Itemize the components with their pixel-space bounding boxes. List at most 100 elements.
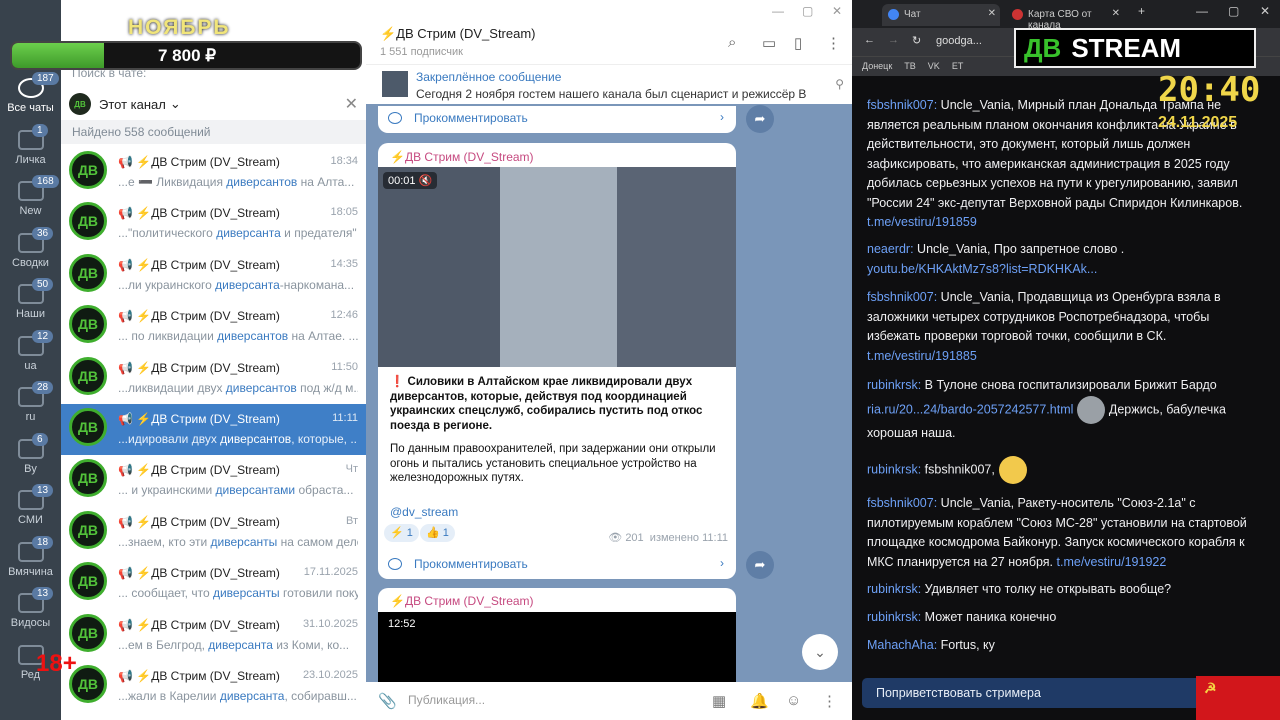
bell-icon[interactable]: 🔔 — [750, 692, 769, 710]
channel-post: ⚡ДВ Стрим (DV_Stream) 00:01 🔇 ❗ Силовики… — [378, 143, 736, 553]
chat-username[interactable]: fsbshnik007: — [867, 496, 937, 510]
search-result-row[interactable]: ДВ 📢 ⚡ДВ Стрим (DV_Stream) Вт ...знаем, кто… — [61, 507, 366, 558]
chat-username[interactable]: fsbshnik007: — [867, 98, 937, 112]
chat-link[interactable]: t.me/vestiru/191885 — [867, 349, 977, 363]
reload-icon[interactable]: ↻ — [912, 34, 921, 47]
folder-tab[interactable]: 50 Наши — [0, 278, 61, 320]
search-result-row[interactable]: ДВ 📢 ⚡ДВ Стрим (DV_Stream) 17.11.2025 ... с… — [61, 558, 366, 609]
result-highlight: диверсантов — [226, 175, 298, 189]
bookmark-item[interactable]: ТВ — [904, 61, 916, 71]
new-tab-icon[interactable]: + — [1138, 4, 1145, 18]
pin-icon[interactable]: ⚲ — [835, 77, 844, 91]
screen: 187 Все чаты 1 Личка 168 New 36 Сводки 50 Наши 12 u… — [0, 0, 1280, 720]
close-icon[interactable]: ✕ — [1112, 8, 1120, 19]
stream-clock: 20:40 — [1158, 70, 1261, 110]
comment-button[interactable]: Прокомментировать › — [378, 106, 736, 133]
chat-username[interactable]: rubinkrsk: — [867, 378, 921, 392]
search-icon[interactable]: ⌕ — [728, 34, 736, 51]
folder-tab[interactable]: 28 ru — [0, 381, 61, 423]
bookmark-item[interactable]: Донецк — [862, 61, 892, 71]
comment-button[interactable]: Прокомментировать › — [378, 552, 736, 579]
chat-username[interactable]: MahachAha: — [867, 638, 937, 652]
close-icon[interactable]: ✕ — [1260, 4, 1270, 18]
reaction-thumbs[interactable]: 👍 1 — [420, 524, 455, 542]
forward-icon[interactable]: → — [888, 34, 899, 46]
result-title: 📢 ⚡ДВ Стрим (DV_Stream) — [118, 155, 280, 169]
result-snippet: под ж/д м... — [296, 380, 358, 395]
search-result-row[interactable]: ДВ 📢 ⚡ДВ Стрим (DV_Stream) 14:35 ...ли укра… — [61, 250, 366, 301]
search-result-row[interactable]: ДВ 📢 ⚡ДВ Стрим (DV_Stream) Чт ... и украинс… — [61, 455, 366, 506]
folder-tab[interactable]: 36 Сводки — [0, 226, 61, 269]
chat-link[interactable]: youtu.be/KHKAktMz7s8?list=RDKHKAk... — [867, 262, 1097, 276]
chat-username[interactable]: rubinkrsk: — [867, 610, 921, 624]
folder-tab[interactable]: 13 Видосы — [0, 587, 61, 629]
folder-tab[interactable]: 18 Вмячина — [0, 535, 61, 578]
comments-icon[interactable]: ▭ — [762, 34, 776, 52]
pinned-message[interactable]: Закреплённое сообщение Сегодня 2 ноября … — [366, 64, 852, 104]
search-result-row[interactable]: ДВ 📢 ⚡ДВ Стрим (DV_Stream) 23.10.2025 ...жа… — [61, 661, 366, 712]
post-author[interactable]: ⚡ДВ Стрим (DV_Stream) — [390, 594, 534, 608]
chat-link[interactable]: ria.ru/20...24/bardo-2057242577.html — [867, 402, 1073, 416]
chat-text: Может паника конечно — [921, 610, 1057, 624]
chat-username[interactable]: rubinkrsk: — [867, 582, 921, 596]
pinned-text: Сегодня 2 ноября гостем нашего канала бы… — [416, 87, 806, 101]
folder-tab[interactable]: 1 Личка — [0, 123, 61, 166]
folder-tab[interactable]: 187 Все чаты — [0, 72, 61, 114]
search-result-row[interactable]: ДВ 📢 ⚡ДВ Стрим (DV_Stream) 18:05 ..."полити… — [61, 198, 366, 249]
search-result-row[interactable]: ДВ 📢 ⚡ДВ Стрим (DV_Stream) 11:11 ...идирова… — [61, 404, 366, 455]
more-icon[interactable]: ⋮ — [822, 692, 837, 710]
chat-message: rubinkrsk: Удивляет что толку не открыва… — [867, 580, 1247, 600]
schedule-icon[interactable]: ▦ — [712, 692, 726, 710]
more-icon[interactable]: ⋮ — [826, 34, 841, 52]
chat-link[interactable]: t.me/vestiru/191859 — [867, 215, 977, 229]
folder-tab[interactable]: 13 СМИ — [0, 484, 61, 526]
folder-tab[interactable]: 12 ua — [0, 329, 61, 372]
minimize-icon[interactable]: — — [772, 4, 784, 18]
channel-tag-link[interactable]: @dv_stream — [390, 505, 458, 519]
search-result-row[interactable]: ДВ 📢 ⚡ДВ Стрим (DV_Stream) 12:46 ... по лик… — [61, 301, 366, 352]
post-author[interactable]: ⚡ДВ Стрим (DV_Stream) — [390, 150, 534, 164]
chat-message: rubinkrsk: В Тулоне снова госпитализиров… — [867, 376, 1247, 443]
search-result-row[interactable]: ДВ 📢 ⚡ДВ Стрим (DV_Stream) 11:50 ...ликвида… — [61, 353, 366, 404]
chat-username[interactable]: neaerdr: — [867, 242, 914, 256]
close-icon[interactable]: ✕ — [345, 94, 358, 114]
maximize-icon[interactable]: ▢ — [1228, 4, 1239, 18]
unread-badge: 18 — [32, 535, 54, 549]
channel-filter[interactable]: ДВ Этот канал ⌄ ✕ — [61, 90, 366, 118]
compose-input[interactable]: Публикация... — [408, 693, 485, 707]
maximize-icon[interactable]: ▢ — [802, 4, 813, 18]
pinned-thumbnail — [382, 71, 408, 97]
search-result-row[interactable]: ДВ 📢 ⚡ДВ Стрим (DV_Stream) 18:34 ...е ➖ Лик… — [61, 147, 366, 198]
bookmark-item[interactable]: ЕТ — [952, 61, 964, 71]
donation-month: НОЯБРЬ — [128, 16, 231, 39]
reaction-lightning[interactable]: ⚡ 1 — [384, 524, 419, 542]
tab-chat[interactable]: Чат ✕ — [882, 4, 1000, 26]
search-results-panel: Поиск в чате: ДВ Этот канал ⌄ ✕ Найдено … — [61, 0, 366, 720]
search-result-row[interactable]: ДВ 📢 ⚡ДВ Стрим (DV_Stream) 31.10.2025 ...ем… — [61, 610, 366, 661]
share-button[interactable]: ➦ — [746, 551, 774, 579]
comment-label: Прокомментировать — [414, 557, 528, 571]
bookmark-item[interactable]: VK — [928, 61, 940, 71]
result-title: 📢 ⚡ДВ Стрим (DV_Stream) — [118, 412, 280, 426]
emoji-icon[interactable]: ☺ — [786, 692, 801, 709]
folder-tab[interactable]: 6 By — [0, 432, 61, 475]
scroll-down-button[interactable]: ⌄ — [802, 634, 838, 670]
folder-tab[interactable]: 168 New — [0, 175, 61, 217]
video-player[interactable]: 00:01 🔇 — [378, 167, 736, 367]
share-button[interactable]: ➦ — [746, 105, 774, 133]
chat-link[interactable]: t.me/vestiru/191922 — [1057, 555, 1167, 569]
minimize-icon[interactable]: — — [1196, 4, 1208, 18]
close-icon[interactable]: ✕ — [988, 8, 996, 19]
folder-label: Видосы — [10, 617, 51, 629]
channel-view: ⚡ДВ Стрим (DV_Stream) 1 551 подписчик ⌕ … — [366, 0, 852, 720]
back-icon[interactable]: ← — [864, 34, 875, 46]
close-icon[interactable]: ✕ — [832, 4, 842, 18]
tab-map[interactable]: Карта СВО от канала ✕ — [1006, 4, 1124, 31]
chat-username[interactable]: fsbshnik007: — [867, 290, 937, 304]
video-frame-right — [617, 167, 736, 367]
attach-icon[interactable]: 📎 — [378, 692, 397, 710]
chat-username[interactable]: rubinkrsk: — [867, 462, 921, 476]
result-title: 📢 ⚡ДВ Стрим (DV_Stream) — [118, 463, 280, 478]
sidebar-icon[interactable]: ▯ — [794, 34, 802, 52]
result-highlight: диверсанта — [216, 226, 281, 241]
